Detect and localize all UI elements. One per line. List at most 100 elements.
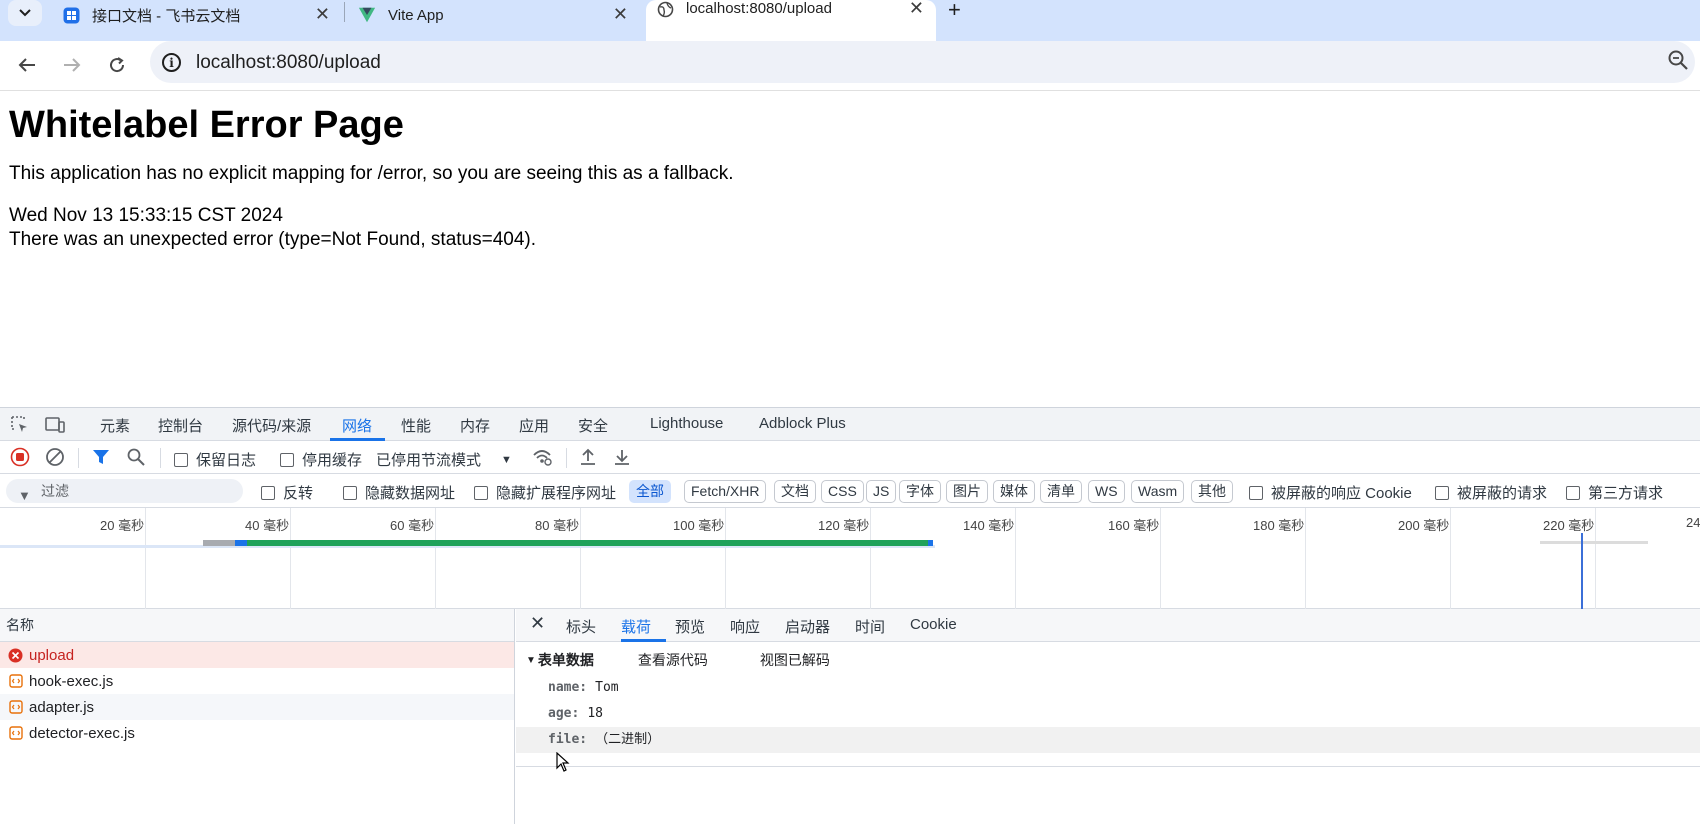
devtools-tab-performance[interactable]: 性能 [401, 415, 431, 436]
filter-type-ws[interactable]: WS [1088, 480, 1125, 503]
filter-type-media[interactable]: 媒体 [993, 480, 1035, 503]
blocked-requests-checkbox[interactable]: 被屏蔽的请求 [1435, 482, 1547, 503]
filter-type-font[interactable]: 字体 [899, 480, 941, 503]
view-source-link[interactable]: 查看源代码 [638, 650, 708, 670]
close-icon[interactable]: ✕ [530, 613, 545, 634]
checkbox-box[interactable] [174, 452, 188, 467]
reload-button[interactable] [103, 51, 131, 79]
toolbar-divider [78, 448, 79, 468]
filter-type-fetch-xhr[interactable]: Fetch/XHR [684, 480, 767, 503]
checkbox-box[interactable] [280, 452, 294, 467]
filter-type-img[interactable]: 图片 [946, 480, 988, 503]
page-title: Whitelabel Error Page [9, 104, 404, 146]
filter-type-js[interactable]: JS [866, 480, 897, 503]
request-row[interactable]: adapter.js [0, 694, 514, 720]
hide-ext-urls-checkbox[interactable]: 隐藏扩展程序网址 [474, 482, 616, 503]
detail-tab-preview[interactable]: 预览 [675, 616, 705, 637]
script-file-icon [8, 700, 23, 715]
view-decoded-link[interactable]: 视图已解码 [760, 650, 830, 670]
checkbox-box[interactable] [1435, 485, 1449, 500]
triangle-down-icon[interactable]: ▼ [526, 655, 536, 666]
browser-tab-vite[interactable]: Vite App ✕ [350, 0, 640, 30]
inspect-element-icon[interactable] [10, 415, 30, 435]
timeline-tick-label: 40 毫秒 [245, 518, 290, 533]
third-party-checkbox[interactable]: 第三方请求 [1566, 482, 1663, 503]
invert-checkbox[interactable]: 反转 [261, 482, 313, 503]
import-har-icon[interactable] [578, 447, 598, 467]
devtools-tab-elements[interactable]: 元素 [100, 415, 130, 436]
reload-icon [110, 57, 125, 73]
close-icon[interactable]: ✕ [613, 4, 628, 25]
preserve-log-label: 保留日志 [196, 452, 257, 469]
third-party-label: 第三方请求 [1588, 485, 1664, 502]
devtools-tab-network[interactable]: 网络 [342, 415, 372, 436]
detail-tab-cookies[interactable]: Cookie [910, 616, 957, 633]
devtools-tab-memory[interactable]: 内存 [460, 415, 490, 436]
devtools-tab-application[interactable]: 应用 [519, 415, 549, 436]
feishu-doc-icon [62, 6, 80, 24]
devtools-tab-sources[interactable]: 源代码/来源 [232, 415, 311, 436]
disable-cache-label: 停用缓存 [302, 452, 363, 469]
network-overview-timeline[interactable]: 20 毫秒 40 毫秒 60 毫秒 80 毫秒 100 毫秒 120 毫秒 14… [0, 508, 1700, 609]
record-stop-icon[interactable] [10, 447, 30, 467]
zoom-icon[interactable] [1667, 49, 1689, 71]
export-har-icon[interactable] [612, 447, 632, 467]
site-info-icon[interactable]: i [162, 53, 181, 72]
checkbox-box[interactable] [343, 485, 357, 500]
devtools-tab-lighthouse[interactable]: Lighthouse [650, 415, 723, 432]
detail-tab-payload[interactable]: 载荷 [621, 616, 651, 637]
filter-type-doc[interactable]: 文档 [774, 480, 816, 503]
detail-tab-headers[interactable]: 标头 [566, 616, 596, 637]
timeline-tick-label: 160 毫秒 [1108, 518, 1160, 533]
address-bar[interactable]: i localhost:8080/upload [150, 41, 1695, 83]
filter-type-manifest[interactable]: 清单 [1040, 480, 1082, 503]
device-toolbar-icon[interactable] [45, 415, 65, 435]
devtools-tab-security[interactable]: 安全 [578, 415, 608, 436]
tab-search-button[interactable] [8, 0, 42, 26]
back-button[interactable] [13, 51, 41, 79]
form-data-section-header: ▼ 表单数据 查看源代码 视图已解码 [526, 650, 882, 670]
network-conditions-icon[interactable] [532, 447, 552, 467]
name-column-header[interactable]: 名称 [0, 609, 514, 642]
checkbox-box[interactable] [261, 485, 275, 500]
close-icon[interactable]: ✕ [909, 0, 924, 19]
request-row[interactable]: hook-exec.js [0, 668, 514, 694]
error-description: This application has no explicit mapping… [9, 163, 734, 184]
request-row[interactable]: upload [0, 642, 514, 668]
detail-tab-timing[interactable]: 时间 [855, 616, 885, 637]
form-data-title[interactable]: 表单数据 [538, 650, 594, 670]
request-row[interactable]: detector-exec.js [0, 720, 514, 746]
blocked-cookies-checkbox[interactable]: 被屏蔽的响应 Cookie [1249, 482, 1412, 503]
script-file-icon [8, 726, 23, 741]
new-tab-button[interactable]: + [948, 0, 961, 23]
timeline-gridline [290, 508, 291, 609]
browser-tab-localhost[interactable]: localhost:8080/upload ✕ [646, 0, 936, 41]
filter-input[interactable]: ▼ 过滤 [6, 479, 243, 503]
filter-type-wasm[interactable]: Wasm [1131, 480, 1185, 503]
clear-icon[interactable] [45, 447, 65, 467]
checkbox-box[interactable] [1249, 485, 1263, 500]
checkbox-box[interactable] [1566, 485, 1580, 500]
preserve-log-checkbox[interactable]: 保留日志 [174, 449, 256, 470]
search-icon[interactable] [126, 447, 146, 467]
filter-icon[interactable] [91, 447, 111, 467]
browser-tab-feishu[interactable]: 接口文档 - 飞书云文档 ✕ [52, 0, 342, 30]
field-key: age: [548, 706, 580, 721]
timeline-gridline [435, 508, 436, 609]
close-icon[interactable]: ✕ [315, 4, 330, 25]
detail-tab-response[interactable]: 响应 [730, 616, 760, 637]
devtools-tab-console[interactable]: 控制台 [158, 415, 203, 436]
checkbox-box[interactable] [474, 485, 488, 500]
form-field-row: name: Tom [516, 675, 1700, 701]
filter-type-all[interactable]: 全部 [629, 480, 671, 503]
throttling-select[interactable]: 已停用节流模式 ▼ [376, 449, 512, 470]
devtools-tab-adblock[interactable]: Adblock Plus [759, 415, 846, 432]
disable-cache-checkbox[interactable]: 停用缓存 [280, 449, 362, 470]
filter-type-css[interactable]: CSS [821, 480, 864, 503]
hide-data-urls-checkbox[interactable]: 隐藏数据网址 [343, 482, 455, 503]
detail-tab-initiator[interactable]: 启动器 [785, 616, 830, 637]
tab-title: localhost:8080/upload [686, 0, 832, 17]
forward-button[interactable] [58, 51, 86, 79]
filter-type-other[interactable]: 其他 [1191, 480, 1233, 503]
network-filter-bar: ▼ 过滤 反转 隐藏数据网址 隐藏扩展程序网址 全部 Fetch/XHR 文档 … [0, 474, 1700, 508]
